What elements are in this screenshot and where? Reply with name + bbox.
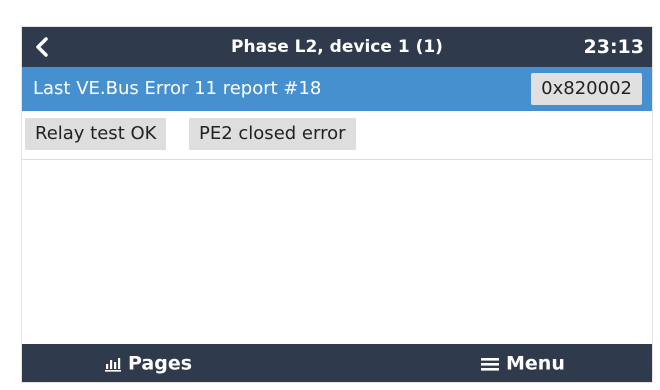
- error-code-value: 0x820002: [531, 73, 642, 105]
- footer-bar: Pages Menu: [22, 344, 652, 382]
- error-report-label: Last VE.Bus Error 11 report #18: [33, 78, 322, 99]
- status-chip-pe2-closed: PE2 closed error: [189, 118, 356, 150]
- pages-button[interactable]: Pages: [104, 344, 192, 382]
- clock: 23:13: [583, 36, 644, 58]
- status-row: Relay test OK PE2 closed error: [22, 111, 652, 160]
- device-screen: Phase L2, device 1 (1) 23:13 Last VE.Bus…: [21, 26, 653, 383]
- hamburger-menu-icon: [481, 357, 499, 371]
- menu-label: Menu: [506, 352, 565, 375]
- menu-button[interactable]: Menu: [480, 344, 565, 382]
- page-title: Phase L2, device 1 (1): [231, 37, 443, 57]
- pages-label: Pages: [128, 352, 193, 375]
- header-bar: Phase L2, device 1 (1) 23:13: [22, 27, 652, 67]
- bar-chart-icon: [105, 357, 121, 372]
- status-chip-relay-test: Relay test OK: [25, 118, 167, 150]
- error-report-row[interactable]: Last VE.Bus Error 11 report #18 0x820002: [22, 67, 652, 111]
